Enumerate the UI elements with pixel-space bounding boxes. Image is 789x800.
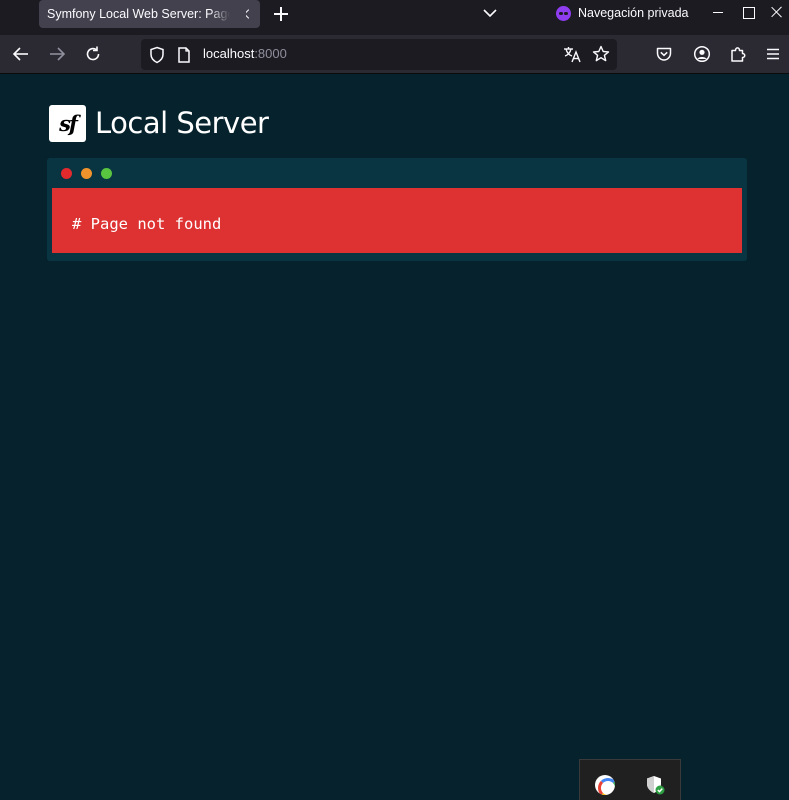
- symfony-logo-text: sf: [59, 111, 78, 136]
- minimize-button[interactable]: [708, 2, 728, 22]
- security-shield-icon[interactable]: [644, 774, 666, 796]
- forward-button[interactable]: [47, 44, 67, 64]
- page-icon: [178, 47, 190, 63]
- symfony-logo: sf: [49, 105, 86, 142]
- account-icon: [693, 45, 711, 63]
- terminal-window: # Page not found: [47, 158, 747, 261]
- google-drive-icon[interactable]: [595, 775, 615, 795]
- page-info-button[interactable]: [174, 45, 194, 65]
- page-content: sf Local Server # Page not found: [0, 75, 789, 800]
- translate-icon: [564, 47, 581, 63]
- app-menu-button[interactable]: [763, 44, 783, 64]
- chevron-down-icon: [483, 9, 497, 18]
- translate-button[interactable]: [562, 44, 582, 64]
- terminal-dot-red: [61, 168, 72, 179]
- url-text[interactable]: localhost:8000: [203, 46, 287, 61]
- extensions-button[interactable]: [728, 44, 748, 64]
- new-tab-button[interactable]: [272, 5, 290, 23]
- puzzle-icon: [731, 47, 746, 62]
- arrow-left-icon: [12, 47, 28, 61]
- url-port: :8000: [254, 46, 287, 61]
- error-banner: # Page not found: [52, 188, 742, 253]
- tracking-protection-button[interactable]: [147, 45, 167, 65]
- private-mask-icon: [556, 5, 571, 21]
- reload-icon: [86, 46, 100, 61]
- list-all-tabs-button[interactable]: [480, 3, 500, 23]
- reload-button[interactable]: [83, 44, 103, 64]
- bookmark-button[interactable]: [591, 44, 611, 64]
- private-browsing-indicator: Navegación privada: [556, 2, 689, 24]
- shield-icon: [150, 46, 164, 64]
- terminal-dot-yellow: [81, 168, 92, 179]
- arrow-right-icon: [50, 47, 66, 61]
- hamburger-menu-icon: [767, 48, 779, 60]
- address-bar[interactable]: localhost:8000: [141, 39, 617, 70]
- account-button[interactable]: [692, 44, 712, 64]
- system-tray: [579, 759, 681, 800]
- tab-strip: Symfony Local Web Server: Page not found…: [0, 0, 789, 35]
- pocket-icon: [656, 47, 672, 61]
- navigation-toolbar: localhost:8000: [0, 35, 789, 74]
- tab-close-icon[interactable]: [238, 7, 252, 21]
- active-tab[interactable]: Symfony Local Web Server: Page not found: [39, 0, 260, 28]
- close-window-button[interactable]: [767, 2, 787, 22]
- error-message: # Page not found: [72, 215, 222, 233]
- maximize-button[interactable]: [738, 2, 758, 22]
- pocket-button[interactable]: [654, 44, 674, 64]
- tab-title: Symfony Local Web Server: Page not found: [47, 7, 234, 21]
- star-icon: [592, 45, 610, 62]
- terminal-dot-green: [101, 168, 112, 179]
- page-title: Local Server: [95, 106, 269, 140]
- url-host: localhost: [203, 46, 255, 61]
- back-button[interactable]: [11, 44, 31, 64]
- private-browsing-label: Navegación privada: [578, 6, 689, 20]
